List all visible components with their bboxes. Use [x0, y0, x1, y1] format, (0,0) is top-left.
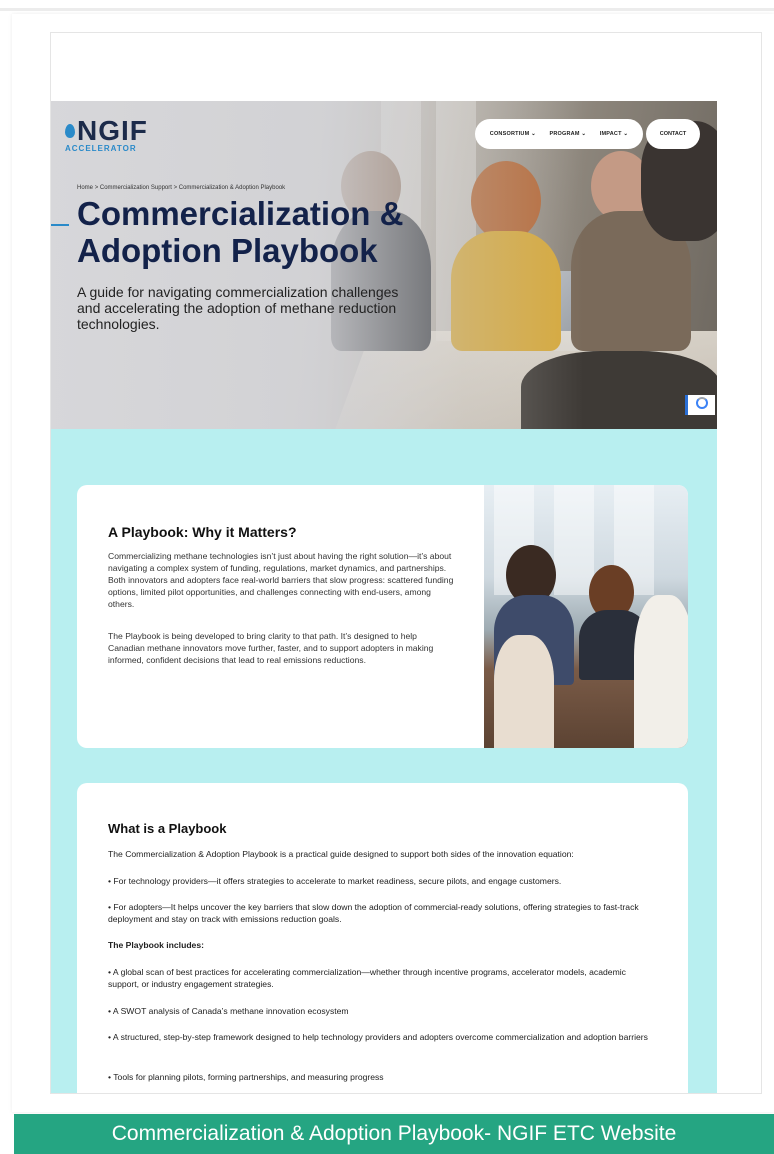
- section-paragraph: The Playbook is being developed to bring…: [108, 631, 434, 665]
- section-heading: A Playbook: Why it Matters?: [108, 524, 297, 540]
- why-it-matters-card: A Playbook: Why it Matters? Commercializ…: [77, 485, 688, 748]
- caption-text: Commercialization & Adoption Playbook- N…: [111, 1122, 677, 1145]
- breadcrumb-commercialization-support[interactable]: Commercialization Support: [100, 185, 172, 191]
- breadcrumb-separator: >: [173, 185, 178, 191]
- meeting-photo: [484, 485, 688, 748]
- recaptcha-badge[interactable]: [685, 395, 715, 415]
- hero-banner: NGIF ACCELERATOR CONSORTIUM ⌄ PROGRAM ⌄ …: [51, 101, 717, 429]
- includes-heading: The Playbook includes:: [108, 940, 204, 950]
- top-divider: [0, 8, 774, 11]
- nav-item-program[interactable]: PROGRAM ⌄: [550, 131, 587, 137]
- bullet-item: • For adopters—It helps uncover the key …: [108, 902, 639, 924]
- chevron-down-icon: ⌄: [581, 131, 587, 137]
- logo-subtitle: ACCELERATOR: [65, 144, 137, 153]
- chevron-down-icon: ⌄: [531, 131, 536, 137]
- section-heading: What is a Playbook: [108, 821, 227, 836]
- contact-button[interactable]: CONTACT: [646, 119, 700, 149]
- what-is-playbook-card: What is a Playbook The Commercialization…: [77, 783, 688, 1093]
- section-paragraph: The Commercialization & Adoption Playboo…: [108, 849, 574, 859]
- page-title: Commercialization & Adoption Playbook: [77, 195, 404, 269]
- breadcrumb-current: Commercialization & Adoption Playbook: [178, 185, 286, 191]
- nav-item-impact[interactable]: IMPACT ⌄: [600, 131, 628, 137]
- person-image: [494, 635, 554, 748]
- bullet-item: • For technology providers—it offers str…: [108, 876, 562, 886]
- screenshot-canvas: NGIF ACCELERATOR CONSORTIUM ⌄ PROGRAM ⌄ …: [0, 0, 774, 1154]
- hero-lead: A guide for navigating commercialization…: [77, 284, 399, 332]
- chevron-down-icon: ⌄: [623, 131, 629, 137]
- bullet-item: • A global scan of best practices for ac…: [108, 967, 626, 989]
- flame-drop-icon: [65, 124, 75, 138]
- bullet-item: • Tools for planning pilots, forming par…: [108, 1072, 384, 1082]
- bullet-item: • A SWOT analysis of Canada’s methane in…: [108, 1006, 349, 1016]
- section-paragraph: Commercializing methane technologies isn…: [108, 551, 454, 609]
- bullet-item: • A structured, step-by-step framework d…: [108, 1032, 648, 1042]
- photo-window: [554, 485, 594, 595]
- caption-banner: Commercialization & Adoption Playbook- N…: [14, 1114, 774, 1154]
- person-image: [634, 595, 688, 748]
- main-nav: CONSORTIUM ⌄ PROGRAM ⌄ IMPACT ⌄: [475, 119, 643, 149]
- web-page: NGIF ACCELERATOR CONSORTIUM ⌄ PROGRAM ⌄ …: [50, 32, 762, 1094]
- title-accent-dash: [51, 224, 69, 226]
- nav-item-consortium[interactable]: CONSORTIUM ⌄: [490, 131, 536, 137]
- recaptcha-icon: [695, 397, 708, 409]
- breadcrumb-home[interactable]: Home: [77, 185, 93, 191]
- breadcrumb-separator: >: [94, 185, 99, 191]
- breadcrumb: Home > Commercialization Support > Comme…: [77, 185, 285, 191]
- logo-wordmark: NGIF: [77, 115, 148, 146]
- ngif-logo[interactable]: NGIF ACCELERATOR: [65, 115, 148, 153]
